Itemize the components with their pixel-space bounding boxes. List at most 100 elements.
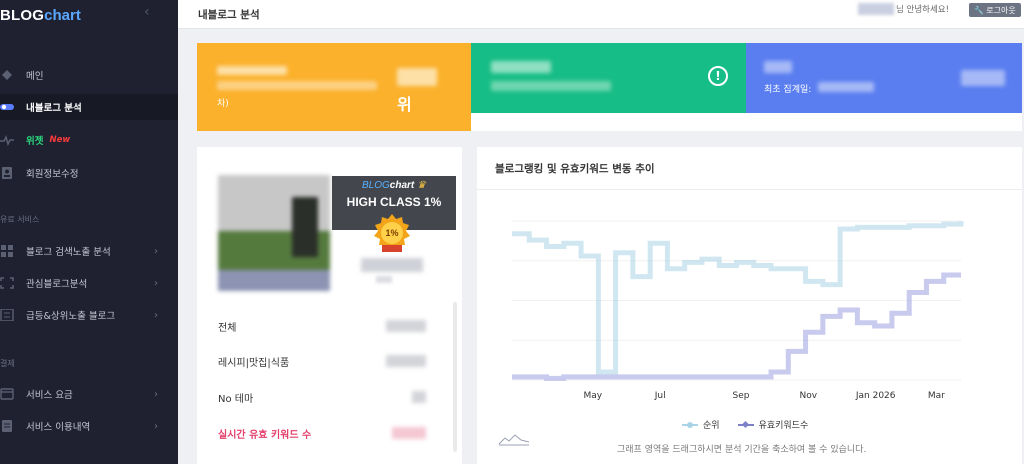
blurred-rank	[397, 68, 437, 86]
blurred-blog-name	[361, 258, 423, 272]
badge-logo: BLOGchart ♛	[332, 180, 456, 191]
logout-label: 로그아웃	[986, 5, 1016, 15]
legend-item-keywords[interactable]: 유효키워드수	[737, 418, 809, 431]
sidebar-item-interest-blog[interactable]: 관심블로그분석 ›	[0, 270, 178, 296]
badge-logo-blog: BLOG	[362, 180, 390, 191]
scrollbar[interactable]	[453, 302, 457, 452]
blurred-text	[764, 61, 792, 73]
chart-legend: 순위 유효키워드수	[682, 418, 826, 431]
navigator-icon	[499, 434, 529, 446]
x-tick-label: May	[584, 391, 603, 401]
top-bar: 내블로그 분석 님 안녕하세요! 🔧 로그아웃	[178, 0, 1024, 29]
sidebar-item-pricing[interactable]: 서비스 요금 ›	[0, 381, 178, 407]
chart-card: 블로그랭킹 및 유효키워드 변동 추이 May Jul Sep Nov Jan 2026…	[477, 147, 1022, 464]
sidebar: BLOG chart ‹ 메인 내블로그 분석 위젯 New 회원정보수정 유료 …	[0, 0, 178, 464]
sidebar-item-label: 블로그 검색노출 분석	[26, 247, 111, 258]
x-tick-label: Jul	[654, 391, 666, 401]
sidebar-item-widget[interactable]: 위젯 New	[0, 127, 178, 153]
wrench-icon: 🔧	[974, 5, 985, 15]
chevron-right-icon: ›	[154, 420, 158, 432]
sidebar-item-search-exposure[interactable]: 블로그 검색노출 분석 ›	[0, 238, 178, 264]
blurred-stat-value	[412, 391, 426, 403]
blurred-text	[491, 81, 611, 91]
sidebar-item-label: 서비스 이용내역	[26, 422, 91, 433]
sidebar-item-label: 관심블로그분석	[26, 279, 88, 290]
sidebar-item-usage-history[interactable]: 서비스 이용내역 ›	[0, 413, 178, 439]
legend-label-keywords: 유효키워드수	[758, 421, 809, 431]
user-card-icon	[2, 167, 12, 179]
blurred-stat-value	[386, 320, 426, 332]
profile-photo	[218, 175, 330, 291]
frame-icon	[0, 277, 14, 289]
sidebar-item-label: 메인	[26, 71, 44, 82]
receipt-icon	[0, 388, 14, 400]
first-date-label: 최초 집계일:	[764, 85, 812, 95]
blurred-stat-value	[386, 355, 426, 367]
toggle-icon	[0, 104, 14, 110]
chart-hint: 그래프 영역을 드래그하시면 분석 기간을 축소하여 볼 수 있습니다.	[617, 445, 867, 455]
greeting: 님 안녕하세요!	[858, 3, 949, 15]
section-label-payment: 결제	[0, 359, 15, 368]
sidebar-item-label: 회원정보수정	[26, 169, 79, 180]
blurred-text	[217, 66, 287, 75]
list-icon	[0, 309, 14, 321]
chevron-left-icon[interactable]: ‹	[144, 4, 150, 20]
medal-icon: 1%	[374, 214, 410, 252]
badge-text: HIGH CLASS 1%	[346, 195, 442, 209]
legend-label-rank: 순위	[703, 421, 720, 431]
chevron-right-icon: ›	[154, 277, 158, 289]
trend-chart[interactable]: May Jul Sep Nov Jan 2026 Mar	[477, 147, 1022, 464]
x-tick-label: Mar	[928, 391, 945, 401]
chevron-right-icon: ›	[154, 388, 158, 400]
logo-chart-text: chart	[44, 6, 81, 24]
stat-row-total: 전체	[218, 316, 448, 336]
stat-label: 레시피|맛집|식품	[218, 357, 290, 369]
logo-blog-text: BLOG	[0, 6, 45, 24]
keyword-series-line	[512, 272, 961, 381]
history-icon	[2, 420, 12, 432]
blurred-username	[858, 3, 894, 15]
stat-row-category: 레시피|맛집|식품	[218, 351, 448, 371]
blurred-date	[818, 82, 874, 92]
x-tick-label: Sep	[733, 391, 750, 401]
sidebar-item-trending-blogs[interactable]: 급등&상위노출 블로그 ›	[0, 302, 178, 328]
sidebar-item-main[interactable]: 메인	[0, 62, 178, 88]
new-badge: New	[49, 135, 71, 145]
first-date-card: 최초 집계일:	[746, 43, 1022, 131]
section-label-paid: 유료 서비스	[0, 215, 40, 224]
badge-logo-chart: chart	[389, 180, 415, 191]
keyword-legend-marker	[737, 420, 754, 428]
sidebar-item-label: 서비스 요금	[26, 390, 73, 401]
grid-icon	[1, 245, 13, 257]
medal-text: 1%	[385, 228, 398, 238]
stat-row-live-keywords: 실시간 유효 키워드 수	[218, 423, 448, 443]
alert-icon[interactable]: !	[708, 66, 728, 86]
period-suffix: 차)	[217, 99, 229, 109]
sidebar-item-my-blog-analysis[interactable]: 내블로그 분석	[0, 94, 178, 120]
sidebar-item-label: 내블로그 분석	[26, 103, 82, 114]
legend-item-rank[interactable]: 순위	[682, 418, 720, 431]
blogchart-logo[interactable]: BLOG chart	[0, 2, 81, 28]
stat-label: 실시간 유효 키워드 수	[218, 429, 312, 441]
blurred-stat-value	[392, 427, 426, 439]
sidebar-item-label: 급등&상위노출 블로그	[26, 311, 116, 322]
blurred-blog-sub	[376, 276, 392, 283]
stat-label: 전체	[218, 322, 237, 334]
sidebar-item-profile-edit[interactable]: 회원정보수정	[0, 160, 178, 186]
stat-label: No 테마	[218, 393, 254, 405]
page-title: 내블로그 분석	[198, 9, 260, 21]
rank-series-line	[512, 221, 964, 375]
logout-button[interactable]: 🔧 로그아웃	[969, 3, 1021, 17]
rank-unit: 위	[397, 95, 412, 114]
chevron-right-icon: ›	[154, 245, 158, 257]
chevron-right-icon: ›	[154, 309, 158, 321]
rank-card: 차) 위	[197, 43, 471, 131]
diamond-icon	[2, 70, 12, 80]
blurred-value	[961, 70, 1005, 86]
sidebar-item-label: 위젯	[26, 136, 44, 147]
status-card: !	[471, 43, 746, 131]
rank-legend-marker	[682, 421, 698, 428]
blurred-text	[491, 61, 551, 73]
x-tick-label: Nov	[800, 391, 818, 401]
profile-card: BLOGchart ♛ HIGH CLASS 1% 1% 전체 레시피|맛집|식…	[197, 147, 462, 464]
